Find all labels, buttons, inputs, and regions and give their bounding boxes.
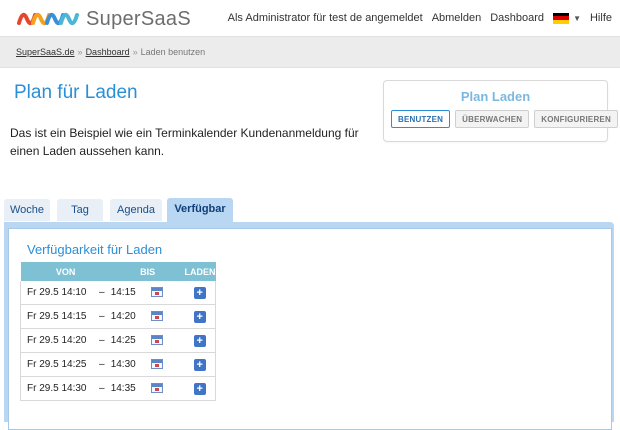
breadcrumb-bar: SuperSaaS.de» Dashboard» Laden benutzen (0, 36, 620, 68)
logged-in-status: Als Administrator für test de angemeldet (227, 12, 423, 24)
slot-dash: – (92, 304, 111, 329)
tab-available[interactable]: Verfügbar (167, 198, 233, 224)
calendar-icon[interactable] (150, 335, 163, 346)
supersaas-logo[interactable]: SuperSaaS (16, 7, 198, 31)
page-intro: Das ist ein Beispiel wie ein Terminkalen… (10, 126, 359, 158)
table-row: Fr 29.5 14:30 – 14:35 + (19, 376, 216, 401)
calendar-icon[interactable] (150, 311, 163, 322)
plan-panel-title: Plan Laden (460, 89, 531, 104)
availability-title: Verfügbarkeit für Laden (27, 242, 163, 257)
logout-link[interactable]: Abmelden (432, 12, 482, 24)
slot-end: 14:25 (110, 328, 151, 353)
calendar-icon[interactable] (150, 383, 163, 394)
use-button[interactable]: BENUTZEN (391, 110, 451, 128)
add-icon[interactable]: + (193, 358, 206, 371)
calendar-icon[interactable] (150, 287, 163, 298)
availability-table: VON BIS LADEN Fr 29.5 14:10 – 14:15 + Fr… (19, 262, 216, 401)
slot-start: Fr 29.5 14:25 (19, 352, 93, 377)
tab-week[interactable]: Woche (4, 199, 50, 221)
top-bar: SuperSaaS Als Administrator für test de … (0, 0, 620, 36)
breadcrumb: SuperSaaS.de» Dashboard» Laden benutzen (16, 47, 205, 57)
add-icon[interactable]: + (193, 382, 206, 395)
slot-end: 14:30 (110, 352, 151, 377)
table-row: Fr 29.5 14:20 – 14:25 + (19, 328, 216, 353)
slot-start: Fr 29.5 14:20 (19, 328, 93, 353)
breadcrumb-separator: » (132, 47, 138, 57)
slot-end: 14:20 (110, 304, 151, 329)
tab-agenda[interactable]: Agenda (110, 199, 162, 221)
monitor-button[interactable]: ÜBERWACHEN (455, 110, 530, 128)
table-header-row: VON BIS LADEN (20, 262, 216, 281)
breadcrumb-dashboard-link[interactable]: Dashboard (86, 47, 130, 57)
page-title: Plan für Laden (14, 82, 138, 103)
brand-name: SuperSaaS (86, 8, 191, 30)
supersaas-logo-mark-icon (17, 12, 79, 26)
german-flag-icon[interactable] (553, 12, 570, 24)
configure-button[interactable]: KONFIGURIEREN (534, 110, 618, 128)
slot-dash: – (92, 281, 111, 305)
tab-day[interactable]: Tag (57, 199, 103, 221)
breadcrumb-separator: » (77, 47, 83, 57)
slot-dash: – (92, 352, 111, 377)
table-row: Fr 29.5 14:10 – 14:15 + (19, 281, 216, 305)
slot-end: 14:35 (110, 376, 151, 401)
column-header-von: VON (20, 262, 111, 281)
top-nav: Als Administrator für test de angemeldet… (219, 0, 612, 36)
table-row: Fr 29.5 14:25 – 14:30 + (19, 352, 216, 377)
column-header-bis: BIS (110, 262, 185, 281)
table-row: Fr 29.5 14:15 – 14:20 + (19, 304, 216, 329)
plan-panel: Plan Laden BENUTZEN ÜBERWACHEN KONFIGURI… (383, 80, 618, 142)
chevron-down-icon[interactable]: ▼ (573, 14, 581, 23)
slot-end: 14:15 (110, 281, 151, 305)
slot-start: Fr 29.5 14:10 (19, 281, 93, 305)
slot-start: Fr 29.5 14:15 (19, 304, 93, 329)
tab-content-frame: Verfügbarkeit für Laden VON BIS LADEN Fr… (4, 222, 614, 430)
plan-mode-buttons: BENUTZEN ÜBERWACHEN KONFIGURIEREN (391, 110, 620, 128)
availability-panel: Verfügbarkeit für Laden VON BIS LADEN Fr… (8, 228, 612, 430)
slot-start: Fr 29.5 14:30 (19, 376, 93, 401)
breadcrumb-current: Laden benutzen (140, 47, 206, 57)
breadcrumb-home-link[interactable]: SuperSaaS.de (16, 47, 75, 57)
add-icon[interactable]: + (193, 286, 206, 299)
help-link[interactable]: Hilfe (590, 12, 612, 24)
add-icon[interactable]: + (193, 334, 206, 347)
column-header-laden: LADEN (184, 262, 216, 281)
calendar-icon[interactable] (150, 359, 163, 370)
add-icon[interactable]: + (193, 310, 206, 323)
dashboard-link[interactable]: Dashboard (490, 12, 544, 24)
slot-dash: – (92, 328, 111, 353)
slot-dash: – (92, 376, 111, 401)
